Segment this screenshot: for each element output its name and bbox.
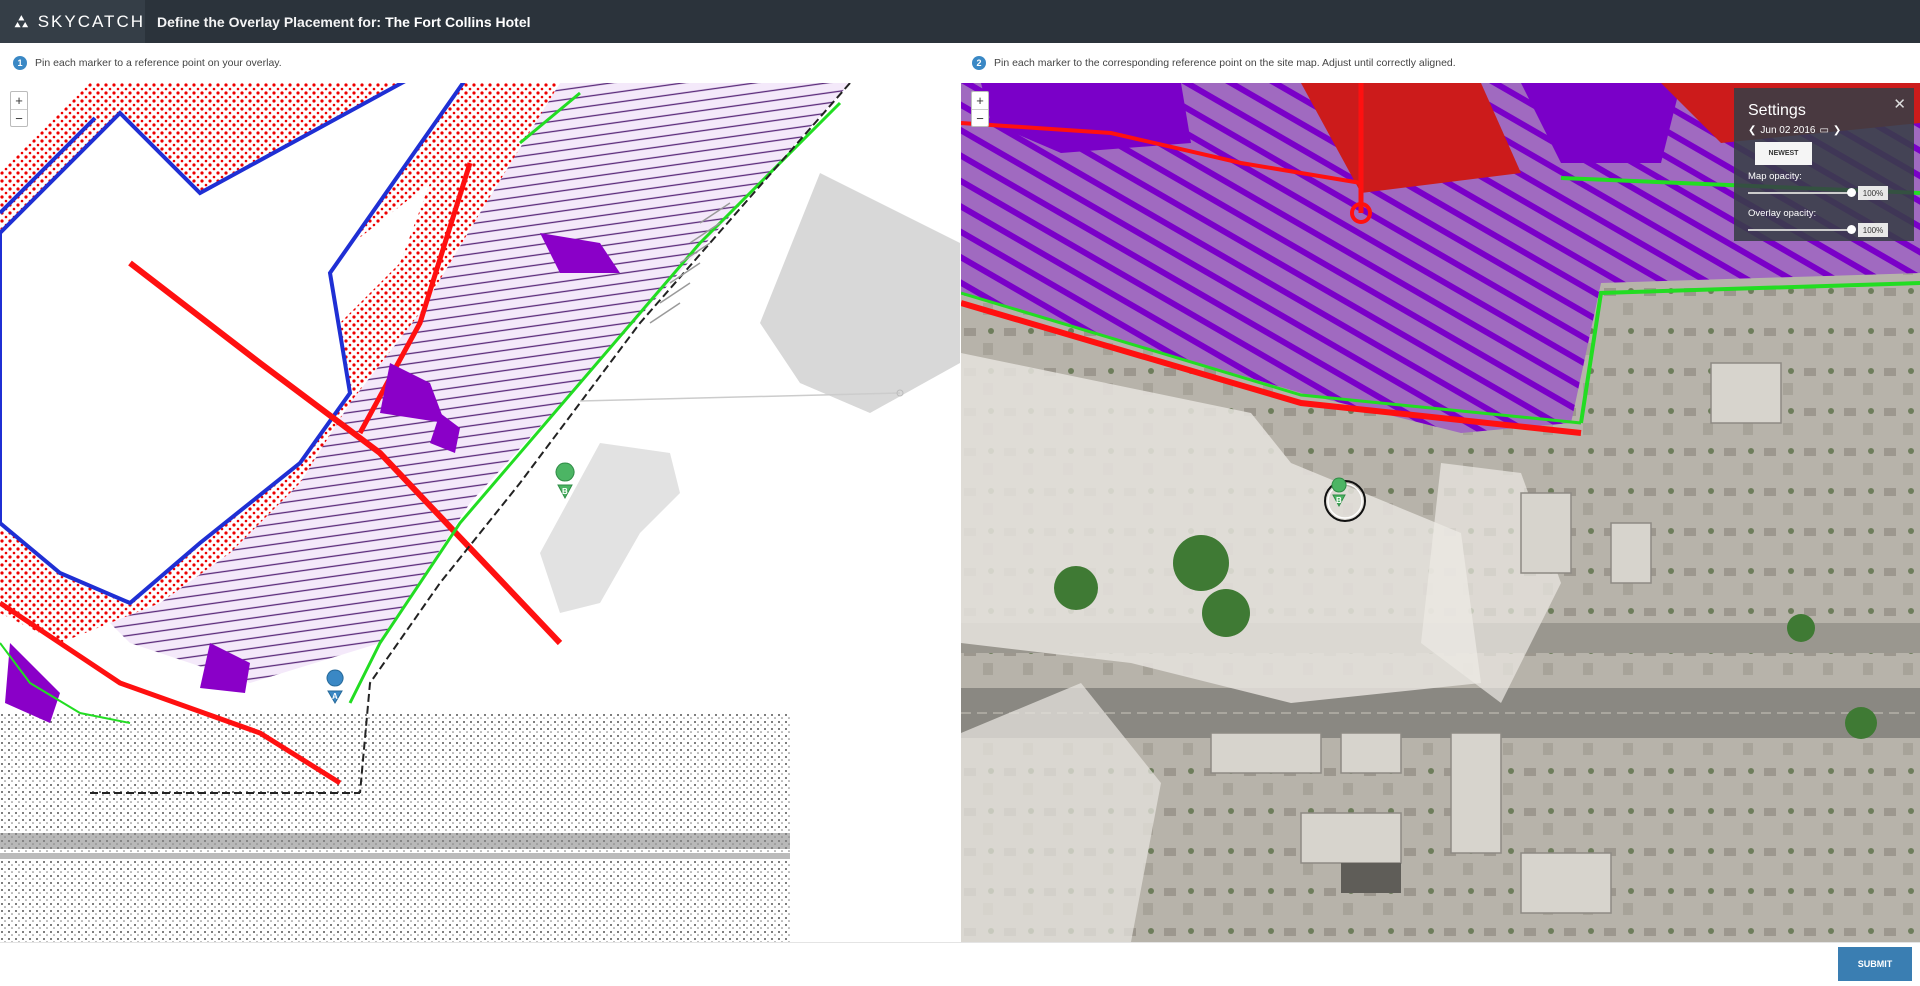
overlay-map-pane[interactable]: B A + −	[0, 83, 961, 942]
close-icon[interactable]: ✕	[1893, 95, 1906, 113]
settings-panel: Settings ✕ ❮ Jun 02 2016 ▭ ❯ NEWEST Map …	[1734, 88, 1914, 241]
overlay-opacity-slider-thumb[interactable]	[1847, 225, 1856, 234]
submit-button[interactable]: SUBMIT	[1838, 947, 1912, 981]
settings-title: Settings	[1748, 102, 1806, 119]
overlay-opacity-label: Overlay opacity:	[1748, 208, 1817, 219]
site-marker-b-label: B	[1336, 496, 1342, 505]
skycatch-logo-icon	[14, 14, 29, 27]
step-2-instruction: 2 Pin each marker to the corresponding r…	[961, 43, 1920, 83]
app-header: SKYCATCH Define the Overlay Placement fo…	[0, 0, 1920, 43]
left-zoom-in-button[interactable]: +	[11, 92, 27, 109]
overlay-opacity-value[interactable]: 100%	[1858, 223, 1888, 237]
site-map-pane[interactable]: B + − Settings ✕ ❮ Jun 02 2016 ▭ ❯ NEWES…	[961, 83, 1920, 942]
step-1-text: Pin each marker to a reference point on …	[35, 57, 282, 69]
overlay-plan-drawing[interactable]: B A	[0, 83, 961, 942]
chevron-left-icon[interactable]: ❮	[1748, 125, 1756, 136]
marker-b-label: B	[562, 487, 568, 496]
step-1-instruction: 1 Pin each marker to a reference point o…	[0, 43, 961, 83]
map-opacity-label: Map opacity:	[1748, 171, 1802, 182]
imagery-date[interactable]: Jun 02 2016	[1760, 125, 1815, 136]
step-2-badge: 2	[972, 56, 986, 70]
footer-bar: SUBMIT	[0, 942, 1920, 986]
right-zoom-out-button[interactable]: −	[972, 109, 988, 126]
map-opacity-slider-thumb[interactable]	[1847, 188, 1856, 197]
step-1-badge: 1	[13, 56, 27, 70]
overlay-opacity-slider[interactable]	[1748, 225, 1856, 234]
map-opacity-slider-row: 100%	[1748, 186, 1900, 200]
map-opacity-slider[interactable]	[1748, 188, 1856, 197]
marker-a-pin[interactable]: A	[326, 669, 344, 704]
brand-name: SKYCATCH	[37, 11, 145, 31]
date-selector: ❮ Jun 02 2016 ▭ ❯	[1748, 125, 1900, 136]
newest-button[interactable]: NEWEST	[1755, 142, 1812, 165]
calendar-icon[interactable]: ▭	[1819, 125, 1828, 136]
marker-b-pin[interactable]: B	[555, 462, 575, 500]
chevron-right-icon[interactable]: ❯	[1833, 125, 1841, 136]
marker-a-label: A	[332, 692, 338, 701]
step-2-text: Pin each marker to the corresponding ref…	[994, 57, 1456, 69]
page-title: Define the Overlay Placement for: The For…	[157, 14, 531, 30]
map-opacity-value[interactable]: 100%	[1858, 186, 1888, 200]
left-zoom-out-button[interactable]: −	[11, 109, 27, 126]
overlay-opacity-slider-row: 100%	[1748, 223, 1900, 237]
brand[interactable]: SKYCATCH	[0, 0, 145, 43]
right-zoom-control: + −	[971, 91, 989, 127]
right-zoom-in-button[interactable]: +	[972, 92, 988, 109]
left-zoom-control: + −	[10, 91, 28, 127]
site-name: The Fort Collins Hotel	[385, 13, 531, 30]
title-prefix: Define the Overlay Placement for:	[157, 13, 382, 30]
